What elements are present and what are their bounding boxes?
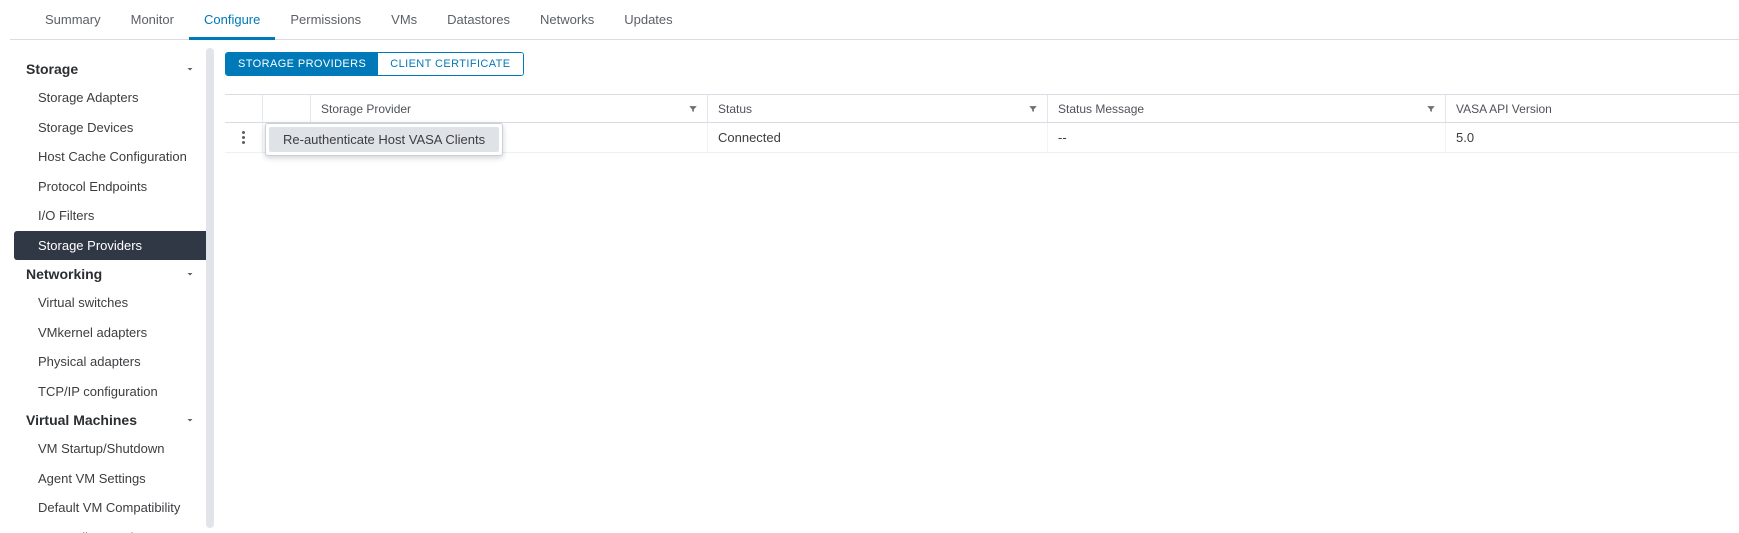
tab-monitor[interactable]: Monitor [116,0,189,40]
row-actions-button[interactable] [225,123,263,152]
sub-tabs: STORAGE PROVIDERS CLIENT CERTIFICATE [225,52,524,76]
tab-updates[interactable]: Updates [609,0,687,40]
chevron-down-icon [184,414,196,426]
sidebar-scrollbar[interactable] [206,48,214,528]
th-expand [263,95,311,122]
sidebar-item-tcpip-configuration[interactable]: TCP/IP configuration [0,377,214,407]
th-status-message[interactable]: Status Message [1048,95,1446,122]
sidebar-item-storage-providers[interactable]: Storage Providers [14,231,214,261]
filter-icon[interactable] [1425,103,1437,115]
tab-vms[interactable]: VMs [376,0,432,40]
th-label: Status [718,102,752,116]
filter-icon[interactable] [687,103,699,115]
sidebar-section-label: Networking [26,266,102,282]
subtab-client-certificate[interactable]: CLIENT CERTIFICATE [378,53,522,75]
tab-datastores[interactable]: Datastores [432,0,525,40]
sidebar-item-virtual-switches[interactable]: Virtual switches [0,288,214,318]
sidebar-item-physical-adapters[interactable]: Physical adapters [0,347,214,377]
th-status[interactable]: Status [708,95,1048,122]
subtab-storage-providers[interactable]: STORAGE PROVIDERS [226,53,378,75]
sidebar-item-host-cache-configuration[interactable]: Host Cache Configuration [0,142,214,172]
sidebar-item-agent-vm-settings[interactable]: Agent VM Settings [0,464,214,494]
sidebar-item-swap-file-location[interactable]: Swap File Location [0,523,214,533]
sidebar-item-default-vm-compatibility[interactable]: Default VM Compatibility [0,493,214,523]
th-actions [225,95,263,122]
context-menu-reauthenticate-vasa[interactable]: Re-authenticate Host VASA Clients [269,127,499,152]
sidebar-section-networking[interactable]: Networking [0,260,214,288]
chevron-down-icon [184,268,196,280]
tab-summary[interactable]: Summary [30,0,116,40]
cell-status: Connected [708,123,1048,152]
sidebar-section-label: Virtual Machines [26,412,137,428]
cell-vasa-api-version: 5.0 [1446,123,1739,152]
tab-permissions[interactable]: Permissions [275,0,376,40]
th-label: Storage Provider [321,102,411,116]
table-header: Storage Provider Status Status Message [225,95,1739,123]
main-panel: STORAGE PROVIDERS CLIENT CERTIFICATE Sto… [215,40,1739,533]
chevron-down-icon [184,63,196,75]
sidebar-item-vm-startup-shutdown[interactable]: VM Startup/Shutdown [0,434,214,464]
sidebar-section-storage[interactable]: Storage [0,55,214,83]
table-row[interactable]: Connected -- 5.0 Re-authenticate Host VA… [225,123,1739,153]
th-vasa-api-version[interactable]: VASA API Version [1446,95,1739,122]
sidebar-section-virtual-machines[interactable]: Virtual Machines [0,406,214,434]
sidebar-item-storage-devices[interactable]: Storage Devices [0,113,214,143]
sidebar-item-vmkernel-adapters[interactable]: VMkernel adapters [0,318,214,348]
top-tabs: Summary Monitor Configure Permissions VM… [10,0,1739,40]
th-label: VASA API Version [1456,102,1552,116]
sidebar-section-label: Storage [26,61,78,77]
kebab-icon [242,131,245,144]
sidebar-item-protocol-endpoints[interactable]: Protocol Endpoints [0,172,214,202]
th-storage-provider[interactable]: Storage Provider [311,95,708,122]
sidebar: Storage Storage Adapters Storage Devices… [0,40,215,533]
sidebar-item-storage-adapters[interactable]: Storage Adapters [0,83,214,113]
context-menu: Re-authenticate Host VASA Clients [265,123,503,156]
th-label: Status Message [1058,102,1144,116]
cell-status-message: -- [1048,123,1446,152]
storage-providers-table: Storage Provider Status Status Message [225,94,1739,153]
sidebar-item-io-filters[interactable]: I/O Filters [0,201,214,231]
tab-networks[interactable]: Networks [525,0,609,40]
filter-icon[interactable] [1027,103,1039,115]
tab-configure[interactable]: Configure [189,0,275,40]
